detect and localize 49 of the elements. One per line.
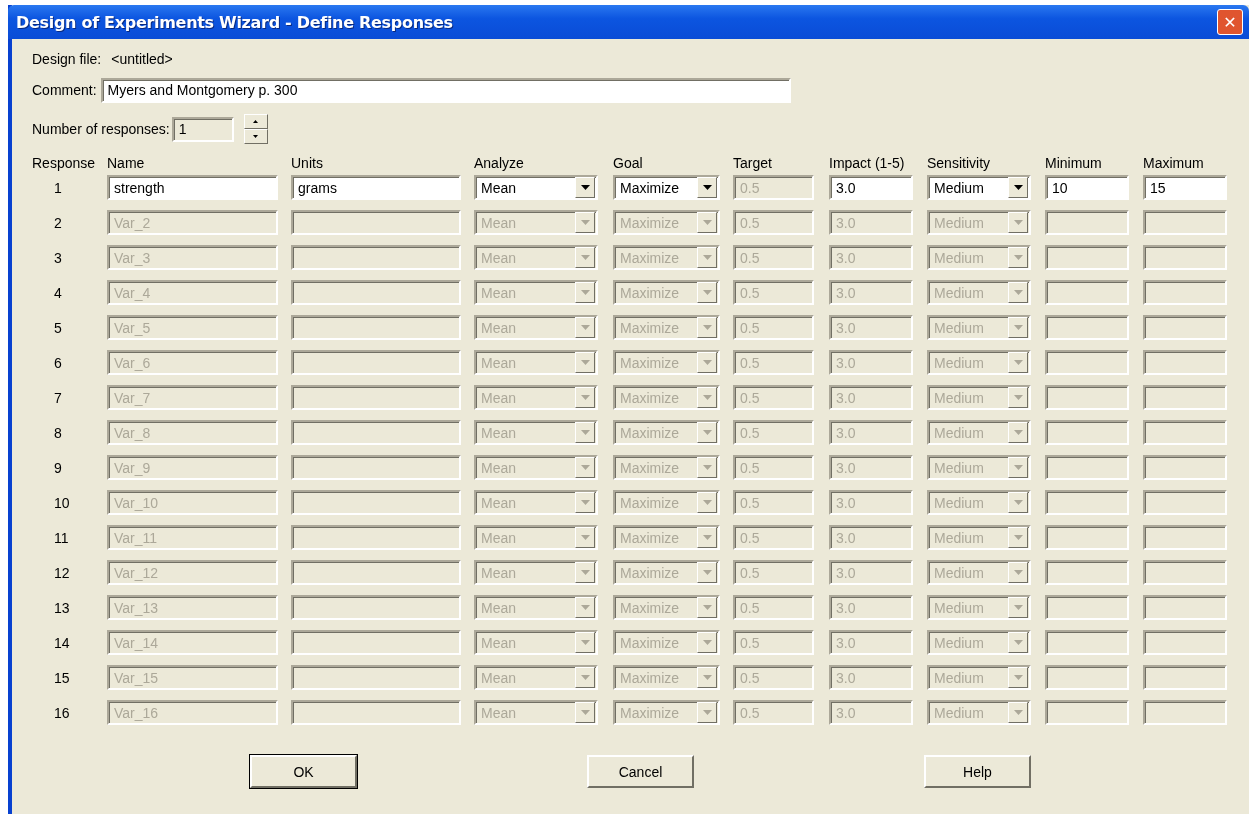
response-number: 3 [53,248,63,268]
column-header: Name [107,155,146,171]
name-field[interactable]: strength [107,175,278,200]
response-number: 8 [53,423,63,443]
response-number: 13 [53,598,71,618]
comment-label: Comment: [32,82,97,98]
units-field[interactable]: grams [291,175,461,200]
dialog-button[interactable]: Cancel [587,755,694,788]
window-title: Design of Experiments Wizard - Define Responses [15,12,453,32]
column-header: Minimum [1045,155,1103,171]
maximum-field[interactable]: 15 [1143,175,1227,200]
response-number: 4 [53,283,63,303]
response-number: 2 [53,213,63,233]
design-file-label: Design file: [32,51,102,67]
response-number: 12 [53,563,71,583]
response-number: 14 [53,633,71,653]
spin-down-button[interactable] [243,129,268,144]
response-number: 9 [53,458,63,478]
response-number: 15 [53,668,71,688]
goal-dropdown[interactable]: Maximize [613,175,720,200]
column-header: Maximum [1143,155,1205,171]
design-file-value: <untitled> [111,51,173,67]
response-number: 7 [53,388,63,408]
responses-count-field[interactable]: 1 [171,116,234,142]
response-number: 1 [53,178,63,198]
response-number: 6 [53,353,63,373]
analyze-dropdown[interactable]: Mean [474,175,598,200]
dialog-button[interactable]: OK [250,755,357,788]
response-number: 10 [53,493,71,513]
close-button[interactable]: ✕ [1217,9,1243,35]
column-header: Target [733,155,773,171]
column-header: Analyze [474,155,525,171]
column-header: Sensitivity [927,155,992,171]
up-arrow-icon [253,120,259,123]
response-number: 11 [53,528,70,548]
response-number: 16 [53,703,71,723]
column-header: Response [32,155,97,171]
column-header: Impact (1-5) [829,155,906,171]
response-number: 5 [53,318,63,338]
responses-count-label: Number of responses: [32,121,170,137]
minimum-field[interactable]: 10 [1045,175,1129,200]
comment-field[interactable]: Myers and Montgomery p. 300 [100,77,791,103]
spin-up-button[interactable] [243,114,268,129]
column-header: Units [291,155,324,171]
sensitivity-dropdown[interactable]: Medium [927,175,1031,200]
dialog-button[interactable]: Help [924,755,1031,788]
down-arrow-icon [253,135,259,138]
column-header: Goal [613,155,644,171]
impact-field[interactable]: 3.0 [829,175,913,200]
